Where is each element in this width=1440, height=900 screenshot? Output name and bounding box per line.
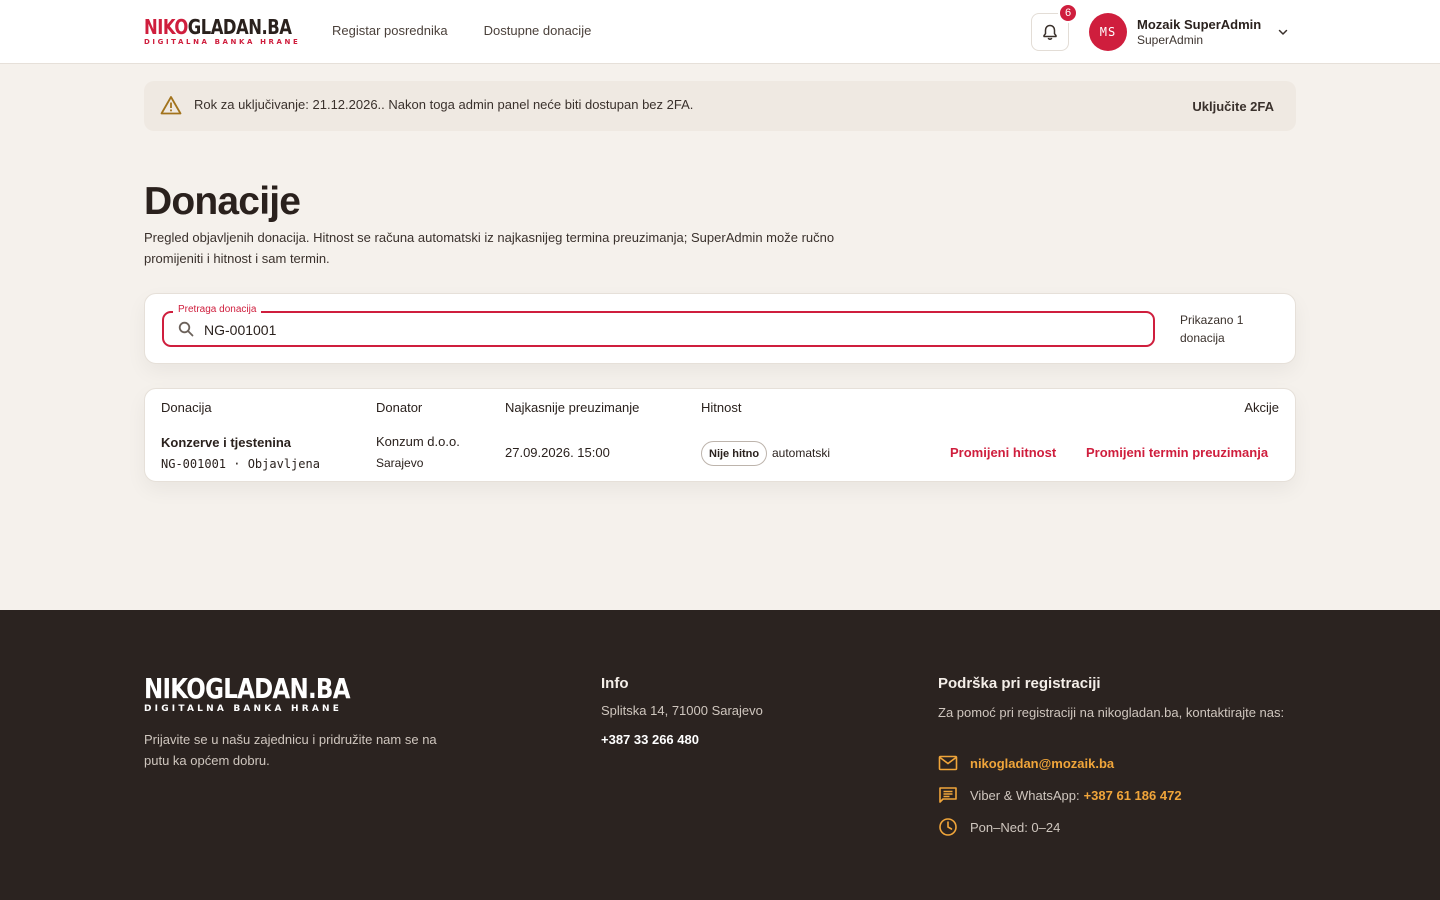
footer-hours: Pon–Ned: 0–24 [970, 819, 1061, 835]
footer-viber-number[interactable]: +387 61 186 472 [1084, 788, 1182, 803]
footer-email-link[interactable]: nikogladan@mozaik.ba [970, 756, 1114, 771]
user-info: Mozaik SuperAdmin SuperAdmin [1137, 17, 1271, 48]
user-name: Mozaik SuperAdmin [1137, 16, 1262, 32]
donation-title[interactable]: Konzerve i tjestenina [161, 435, 291, 450]
footer: NIKOGLADAN.BA DIGITALNA BANKA HRANE Prij… [0, 610, 1440, 900]
footer-phone[interactable]: +387 33 266 480 [601, 729, 699, 750]
column-header-donator[interactable]: Donator [376, 400, 422, 415]
user-menu[interactable]: MS Mozaik SuperAdmin SuperAdmin [1089, 13, 1289, 51]
change-pickup-time-button[interactable]: Promijeni termin preuzimanja [1086, 445, 1268, 460]
footer-support-heading: Podrška pri registraciji [938, 675, 1101, 692]
page-description: Pregled objavljenih donacija. Hitnost se… [144, 230, 835, 266]
donation-code-status: NG-001001 · Objavljena [161, 457, 320, 471]
urgency-mode: automatski [772, 446, 831, 460]
results-count: Prikazano 1 donacija [1180, 313, 1244, 345]
footer-logo-subtitle: DIGITALNA BANKA HRANE [144, 704, 343, 714]
notifications-button[interactable]: 6 [1031, 3, 1078, 51]
enable-2fa-button[interactable]: Uključite 2FA [1192, 99, 1274, 114]
footer-logo[interactable]: NIKOGLADAN.BA DIGITALNA BANKA HRANE [144, 672, 395, 715]
2fa-alert-banner: Rok za uključivanje: 21.12.2026.. Nakon … [144, 81, 1296, 131]
search-label: Pretraga donacija [173, 303, 262, 317]
clock-icon [939, 818, 957, 836]
footer-address: Splitska 14, 71000 Sarajevo [601, 703, 763, 718]
donor-city: Sarajevo [376, 456, 424, 470]
alert-message: Rok za uključivanje: 21.12.2026.. Nakon … [194, 97, 694, 112]
warning-icon [160, 96, 182, 115]
donor-name: Konzum d.o.o. [376, 434, 460, 449]
search-icon [178, 321, 194, 337]
nav-link-dostupne-donacije[interactable]: Dostupne donacije [484, 23, 592, 38]
user-role: SuperAdmin [1137, 32, 1204, 47]
column-header-akcije: Akcije [1244, 400, 1279, 415]
avatar: MS [1089, 13, 1127, 51]
urgency-badge: Nije hitno [701, 441, 768, 466]
notification-count-badge: 6 [1058, 3, 1078, 23]
search-card: Pretraga donacija Prikazano 1 donacija [144, 293, 1296, 364]
mail-icon [938, 755, 958, 771]
column-header-hitnost[interactable]: Hitnost [701, 400, 741, 415]
nav-link-registar-posrednika[interactable]: Registar posrednika [332, 23, 448, 38]
bell-icon [1043, 24, 1057, 40]
footer-info-heading: Info [601, 675, 629, 692]
footer-logo-wordmark: NIKOGLADAN.BA [144, 672, 350, 705]
pickup-deadline: 27.09.2026. 15:00 [505, 445, 610, 460]
search-field[interactable]: Pretraga donacija [162, 303, 1155, 347]
page-title: Donacije [144, 180, 301, 223]
logo[interactable]: NIKOGLADAN.BA DIGITALNA BANKA HRANE [144, 15, 301, 46]
footer-email-row: nikogladan@mozaik.ba [938, 755, 1114, 771]
column-header-donacija[interactable]: Donacija [161, 400, 212, 415]
chat-icon [939, 787, 957, 803]
footer-viber-label: Viber & WhatsApp: [970, 787, 1080, 803]
logo-subtitle: DIGITALNA BANKA HRANE [144, 38, 301, 46]
main-nav: Registar posrednika Dostupne donacije [332, 23, 591, 38]
footer-viber-row: Viber & WhatsApp: +387 61 186 472 [938, 786, 1182, 804]
search-input[interactable] [204, 320, 1104, 340]
donations-table: Donacija Donator Najkasnije preuzimanje … [144, 388, 1296, 482]
logo-wordmark: NIKOGLADAN.BA [144, 15, 292, 39]
change-urgency-button[interactable]: Promijeni hitnost [950, 445, 1056, 460]
column-header-najkasnije-preuzimanje[interactable]: Najkasnije preuzimanje [505, 400, 639, 415]
top-bar: NIKOGLADAN.BA DIGITALNA BANKA HRANE Regi… [0, 0, 1440, 64]
footer-support-text: Za pomoć pri registraciji na nikogladan.… [938, 705, 1285, 720]
footer-hours-row: Pon–Ned: 0–24 [938, 817, 1060, 837]
footer-tagline: Prijavite se u našu zajednicu i pridruži… [144, 732, 437, 768]
chevron-down-icon[interactable] [1277, 26, 1289, 38]
